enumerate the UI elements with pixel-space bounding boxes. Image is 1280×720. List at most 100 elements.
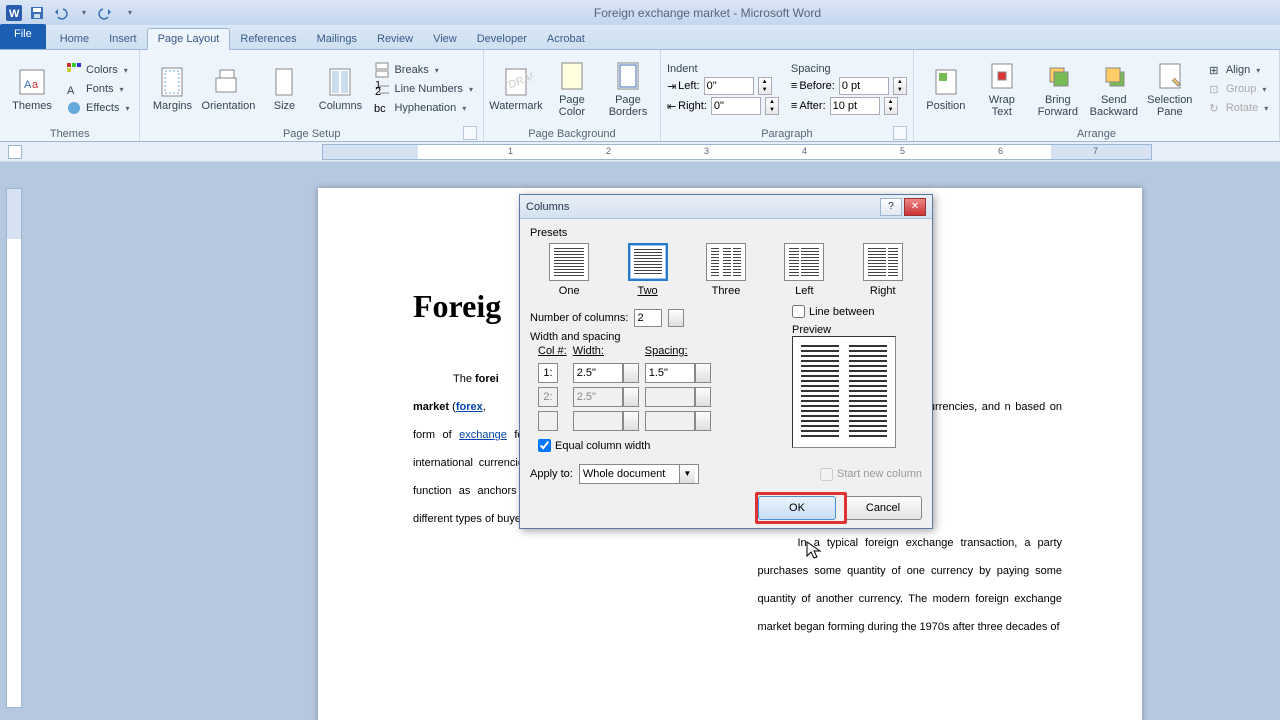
effects-button[interactable]: Effects xyxy=(62,99,133,117)
effects-icon xyxy=(66,100,82,116)
indent-label: Indent xyxy=(667,63,779,75)
col1-width-input[interactable] xyxy=(573,363,623,383)
col2-width-input xyxy=(573,387,623,407)
svg-text:a: a xyxy=(32,79,39,91)
spacing-after[interactable]: ≡After:▲▼ xyxy=(791,97,907,115)
width-header: Width: xyxy=(573,345,639,359)
word-icon[interactable]: W xyxy=(4,3,24,23)
tab-references[interactable]: References xyxy=(230,29,306,49)
paragraph-launcher[interactable] xyxy=(893,126,907,140)
orientation-button[interactable]: Orientation xyxy=(202,64,254,114)
bring-forward-button[interactable]: Bring Forward xyxy=(1032,58,1084,120)
columns-dialog: Columns ? ✕ Presets One Two Three Left R… xyxy=(519,194,933,529)
line-numbers-icon: 12 xyxy=(374,81,390,97)
equal-width-label: Equal column width xyxy=(555,440,650,452)
page-setup-launcher[interactable] xyxy=(463,126,477,140)
equal-width-checkbox[interactable] xyxy=(538,439,551,452)
align-button[interactable]: ⊞Align xyxy=(1204,61,1270,79)
redo-icon[interactable] xyxy=(96,3,116,23)
indent-left-icon: ⇥ xyxy=(667,80,676,93)
col1-spacing-input[interactable] xyxy=(645,363,695,383)
apply-to-combo[interactable]: Whole document▼ xyxy=(579,464,699,484)
hyphenation-icon: bc xyxy=(374,100,390,116)
themes-button[interactable]: Aa Themes xyxy=(6,64,58,114)
indent-right-icon: ⇤ xyxy=(667,100,676,113)
preset-right[interactable]: Right xyxy=(863,243,903,297)
tab-review[interactable]: Review xyxy=(367,29,423,49)
ruler-toggle[interactable] xyxy=(8,145,22,159)
svg-text:2: 2 xyxy=(375,86,381,97)
num-columns-spinner[interactable] xyxy=(668,309,684,327)
fonts-icon: A xyxy=(66,81,82,97)
tab-page-layout[interactable]: Page Layout xyxy=(147,28,231,50)
num-columns-input[interactable] xyxy=(634,309,662,327)
ok-button[interactable]: OK xyxy=(758,496,836,520)
tab-home[interactable]: Home xyxy=(50,29,99,49)
colors-icon xyxy=(66,62,82,78)
undo-icon[interactable] xyxy=(50,3,70,23)
tab-mailings[interactable]: Mailings xyxy=(307,29,367,49)
tab-insert[interactable]: Insert xyxy=(99,29,147,49)
page-borders-button[interactable]: Page Borders xyxy=(602,58,654,120)
breaks-button[interactable]: Breaks xyxy=(370,61,477,79)
watermark-button[interactable]: DRAFTWatermark xyxy=(490,64,542,114)
start-new-column-checkbox xyxy=(820,468,833,481)
spacing-after-icon: ≡ xyxy=(791,100,797,112)
horizontal-ruler[interactable]: 1 2 3 4 5 6 7 xyxy=(322,144,1152,160)
link-forex[interactable]: forex xyxy=(456,401,483,413)
wrap-text-button[interactable]: Wrap Text xyxy=(976,58,1028,120)
preview-label: Preview xyxy=(792,324,922,336)
rotate-button[interactable]: ↻Rotate xyxy=(1204,99,1270,117)
group-label-arrange: Arrange xyxy=(920,126,1273,141)
selection-pane-button[interactable]: Selection Pane xyxy=(1144,58,1196,120)
qat-customize[interactable] xyxy=(119,3,139,23)
margins-icon xyxy=(156,66,188,98)
undo-dropdown[interactable] xyxy=(73,3,93,23)
preset-one[interactable]: One xyxy=(549,243,589,297)
svg-text:bc: bc xyxy=(374,103,386,115)
position-button[interactable]: Position xyxy=(920,64,972,114)
hyphenation-button[interactable]: bcHyphenation xyxy=(370,99,477,117)
send-backward-button[interactable]: Send Backward xyxy=(1088,58,1140,120)
page-color-button[interactable]: Page Color xyxy=(546,58,598,120)
wrap-text-icon xyxy=(986,60,1018,92)
svg-text:W: W xyxy=(9,8,20,20)
num-columns-label: Number of columns: xyxy=(530,312,628,324)
group-label-page-background: Page Background xyxy=(490,126,654,141)
preset-left[interactable]: Left xyxy=(784,243,824,297)
col1-label xyxy=(538,363,558,383)
dialog-close-button[interactable]: ✕ xyxy=(904,198,926,216)
vertical-ruler[interactable] xyxy=(6,188,22,708)
save-icon[interactable] xyxy=(27,3,47,23)
send-backward-icon xyxy=(1098,60,1130,92)
ribbon-tabs: File Home Insert Page Layout References … xyxy=(0,25,1280,50)
apply-to-label: Apply to: xyxy=(530,468,573,480)
line-between-checkbox[interactable] xyxy=(792,305,805,318)
col-header: Col #: xyxy=(538,345,567,359)
indent-right[interactable]: ⇤Right:▲▼ xyxy=(667,97,779,115)
preset-two[interactable]: Two xyxy=(628,243,668,297)
fonts-button[interactable]: AFonts xyxy=(62,80,133,98)
tab-acrobat[interactable]: Acrobat xyxy=(537,29,595,49)
line-numbers-button[interactable]: 12Line Numbers xyxy=(370,80,477,98)
group-arrange: Position Wrap Text Bring Forward Send Ba… xyxy=(914,50,1280,141)
link-exchange[interactable]: exchange xyxy=(459,429,507,441)
window-title: Foreign exchange market - Microsoft Word xyxy=(139,6,1276,20)
preset-three[interactable]: Three xyxy=(706,243,746,297)
group-label-paragraph: Paragraph xyxy=(761,128,812,140)
tab-view[interactable]: View xyxy=(423,29,467,49)
tab-developer[interactable]: Developer xyxy=(467,29,537,49)
page-borders-icon xyxy=(612,60,644,92)
indent-left[interactable]: ⇥Left:▲▼ xyxy=(667,77,779,95)
dialog-help-button[interactable]: ? xyxy=(880,198,902,216)
group-icon: ⊡ xyxy=(1206,81,1222,97)
columns-button[interactable]: Columns xyxy=(314,64,366,114)
tab-file[interactable]: File xyxy=(0,24,46,49)
group-button[interactable]: ⊡Group xyxy=(1204,80,1270,98)
size-button[interactable]: Size xyxy=(258,64,310,114)
colors-button[interactable]: Colors xyxy=(62,61,133,79)
margins-button[interactable]: Margins xyxy=(146,64,198,114)
spacing-label: Spacing xyxy=(791,63,907,75)
spacing-before[interactable]: ≡Before:▲▼ xyxy=(791,77,907,95)
cancel-button[interactable]: Cancel xyxy=(844,496,922,520)
